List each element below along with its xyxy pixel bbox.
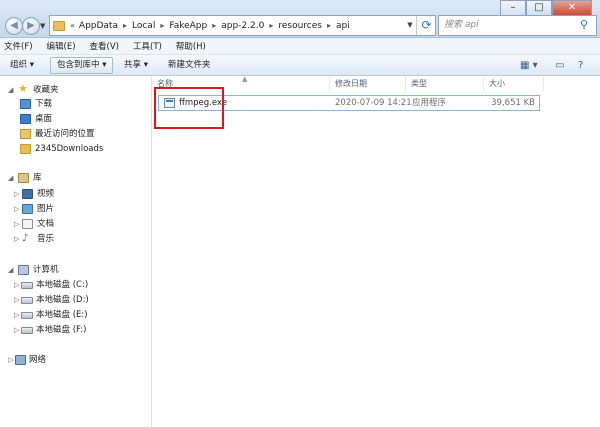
sidebar-item-label: 文档 bbox=[37, 219, 55, 229]
breadcrumb-app-version[interactable]: app-2.2.0 bbox=[221, 21, 264, 31]
sidebar-item-label: 库 bbox=[33, 173, 42, 183]
help-icon[interactable]: ? bbox=[578, 58, 583, 73]
sidebar-item-label: 收藏夹 bbox=[33, 85, 59, 95]
breadcrumb-resources[interactable]: resources bbox=[278, 21, 322, 31]
collapse-icon[interactable]: ◢ bbox=[8, 263, 13, 277]
menu-edit[interactable]: 编辑(E) bbox=[47, 40, 76, 52]
file-type: 应用程序 bbox=[412, 98, 447, 108]
file-list: ▲ 名称 修改日期 类型 大小 ffmpeg.exe 2020-07-09 14… bbox=[152, 75, 600, 427]
expand-icon[interactable]: ▷ bbox=[14, 293, 19, 307]
expand-icon[interactable]: ▷ bbox=[14, 187, 19, 201]
sidebar-item-label: 本地磁盘 (D:) bbox=[36, 295, 89, 305]
menu-file[interactable]: 文件(F) bbox=[4, 40, 33, 52]
menu-bar: 文件(F) 编辑(E) 查看(V) 工具(T) 帮助(H) bbox=[0, 38, 600, 55]
sidebar-item-label: 2345Downloads bbox=[35, 144, 104, 154]
hard-drive-icon bbox=[21, 312, 33, 319]
command-bar: 组织 ▾ 包含到库中 ▾ 共享 ▾ 新建文件夹 ▦ ▾ ▭ ? bbox=[0, 55, 600, 76]
column-header-label: 修改日期 bbox=[335, 79, 367, 88]
new-folder-button[interactable]: 新建文件夹 bbox=[162, 57, 217, 74]
folder-icon bbox=[20, 144, 31, 154]
breadcrumb-appdata[interactable]: AppData bbox=[79, 21, 118, 31]
video-library-icon bbox=[22, 189, 33, 199]
hard-drive-icon bbox=[21, 282, 33, 289]
share-button[interactable]: 共享 ▾ bbox=[118, 57, 154, 74]
breadcrumb-fakeapp[interactable]: FakeApp bbox=[169, 21, 207, 31]
sidebar-item-label: 计算机 bbox=[33, 265, 59, 275]
expand-icon[interactable]: ▷ bbox=[14, 278, 19, 292]
star-icon: ★ bbox=[18, 82, 28, 95]
menu-view[interactable]: 查看(V) bbox=[90, 40, 119, 52]
sort-ascending-icon: ▲ bbox=[242, 75, 248, 83]
breadcrumb-separator[interactable]: ▸ bbox=[327, 21, 331, 30]
folder-icon bbox=[53, 20, 65, 31]
breadcrumb-local[interactable]: Local bbox=[132, 21, 155, 31]
column-header-label: 大小 bbox=[489, 79, 505, 88]
sidebar-item-label: 本地磁盘 (C:) bbox=[36, 280, 89, 290]
expand-icon[interactable]: ▷ bbox=[8, 353, 13, 367]
column-header-modified[interactable]: 修改日期 bbox=[330, 77, 406, 91]
breadcrumb-api[interactable]: api bbox=[336, 21, 350, 31]
navigation-pane: ◢ ★ 收藏夹 下载 桌面 最近访问的位置 2345Downloads ◢ 库 … bbox=[0, 77, 152, 427]
file-modified: 2020-07-09 14:21 bbox=[335, 98, 412, 108]
history-chevron[interactable]: « bbox=[70, 21, 75, 30]
breadcrumb-separator[interactable]: ▸ bbox=[160, 21, 164, 30]
recent-places-icon bbox=[20, 129, 31, 139]
sidebar-item-label: 桌面 bbox=[35, 114, 53, 124]
sidebar-item-label: 最近访问的位置 bbox=[35, 129, 95, 139]
sidebar-item-label: 本地磁盘 (E:) bbox=[36, 310, 88, 320]
forward-button[interactable]: ▶ bbox=[22, 17, 40, 35]
menu-tools[interactable]: 工具(T) bbox=[133, 40, 162, 52]
view-options-icon[interactable]: ▦ ▾ bbox=[520, 58, 538, 73]
picture-library-icon bbox=[22, 204, 33, 214]
desktop-icon bbox=[20, 114, 31, 124]
column-header-type[interactable]: 类型 bbox=[406, 77, 484, 91]
sidebar-item-label: 视频 bbox=[37, 189, 55, 199]
expand-icon[interactable]: ▷ bbox=[14, 232, 19, 246]
computer-icon bbox=[18, 265, 29, 275]
back-button[interactable]: ◀ bbox=[5, 17, 23, 35]
breadcrumb-separator[interactable]: ▸ bbox=[123, 21, 127, 30]
address-bar[interactable]: « AppData ▸ Local ▸ FakeApp ▸ app-2.2.0 … bbox=[49, 15, 436, 36]
collapse-icon[interactable]: ◢ bbox=[8, 83, 13, 97]
sidebar-item-label: 图片 bbox=[37, 204, 55, 214]
highlight-box bbox=[154, 87, 224, 129]
preview-pane-icon[interactable]: ▭ bbox=[555, 58, 564, 73]
download-folder-icon bbox=[20, 99, 31, 109]
recent-pages-dropdown[interactable]: ▼ bbox=[40, 22, 45, 30]
column-header-size[interactable]: 大小 bbox=[484, 77, 544, 91]
breadcrumb-separator[interactable]: ▸ bbox=[212, 21, 216, 30]
music-note-icon: ♪ bbox=[22, 233, 29, 244]
expand-icon[interactable]: ▷ bbox=[14, 308, 19, 322]
sidebar-item-label: 网络 bbox=[29, 355, 47, 365]
column-header-label: 类型 bbox=[411, 79, 427, 88]
title-bar: – □ ✕ ◀ ▶ ▼ « AppData ▸ Local ▸ FakeApp … bbox=[0, 0, 600, 38]
include-in-library-button[interactable]: 包含到库中 ▾ bbox=[50, 57, 114, 74]
search-icon[interactable]: ⚲ bbox=[580, 19, 592, 31]
breadcrumb-separator[interactable]: ▸ bbox=[269, 21, 273, 30]
sidebar-item-label: 本地磁盘 (F:) bbox=[36, 325, 87, 335]
organize-button[interactable]: 组织 ▾ bbox=[4, 57, 40, 74]
sidebar-item-label: 下载 bbox=[35, 99, 53, 109]
search-input[interactable]: 搜索 api ⚲ bbox=[438, 15, 597, 36]
network-icon bbox=[15, 355, 26, 365]
refresh-icon[interactable]: ⟳ bbox=[416, 16, 436, 35]
expand-icon[interactable]: ▷ bbox=[14, 217, 19, 231]
collapse-icon[interactable]: ◢ bbox=[8, 171, 13, 185]
hard-drive-icon bbox=[21, 297, 33, 304]
sidebar-item-label: 音乐 bbox=[37, 234, 55, 244]
expand-icon[interactable]: ▷ bbox=[14, 323, 19, 337]
hard-drive-icon bbox=[21, 327, 33, 334]
expand-icon[interactable]: ▷ bbox=[14, 202, 19, 216]
address-dropdown-icon[interactable]: ▼ bbox=[404, 16, 416, 35]
library-icon bbox=[18, 173, 29, 183]
search-placeholder: 搜索 api bbox=[444, 20, 479, 30]
menu-help[interactable]: 帮助(H) bbox=[176, 40, 206, 52]
document-library-icon bbox=[22, 219, 33, 229]
file-size: 39,651 KB bbox=[491, 98, 535, 108]
